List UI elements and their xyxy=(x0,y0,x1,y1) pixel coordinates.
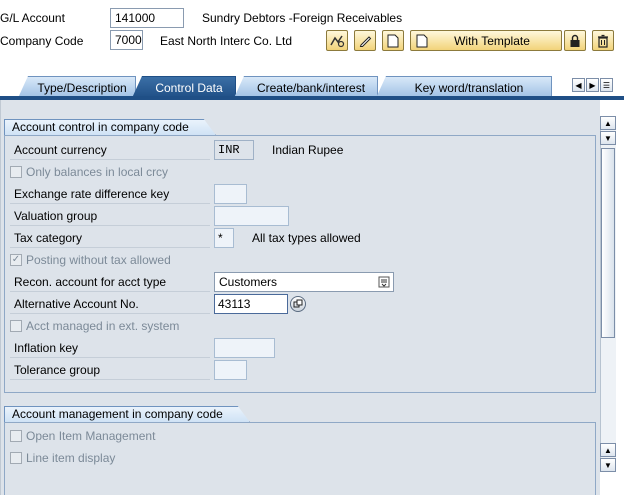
tab-scroll-right-button[interactable]: ▶ xyxy=(586,78,599,92)
checkmark-icon: ✓ xyxy=(11,254,21,265)
with-template-button[interactable]: With Template xyxy=(410,30,562,51)
tolerance-group-label: Tolerance group xyxy=(10,360,210,380)
edit-pencil-icon xyxy=(359,35,372,47)
gl-account-field[interactable]: 141000 xyxy=(110,8,184,28)
lock-icon xyxy=(570,34,580,47)
arrow-up-icon: ▲ xyxy=(604,445,612,455)
acct-managed-ext-checkbox-row[interactable]: Acct managed in ext. system xyxy=(10,316,179,336)
right-edge xyxy=(616,100,624,495)
line-item-checkbox-row[interactable]: Line item display xyxy=(10,448,115,468)
line-item-label: Line item display xyxy=(26,451,116,465)
tab-label: Type/Description xyxy=(37,80,127,95)
posting-without-tax-label: Posting without tax allowed xyxy=(26,253,171,267)
scroll-bottom-button[interactable]: ▼ xyxy=(600,458,616,472)
change-display-icon xyxy=(330,35,345,47)
tax-category-label: Tax category xyxy=(10,228,210,248)
value-help-button[interactable] xyxy=(290,296,306,312)
edit-button[interactable] xyxy=(354,30,376,51)
line-item-checkbox[interactable] xyxy=(10,452,22,464)
tab-type-description[interactable]: Type/Description xyxy=(18,76,136,98)
account-currency-label: Account currency xyxy=(10,140,210,160)
inflation-key-label: Inflation key xyxy=(10,338,210,358)
arrow-up-icon: ▲ xyxy=(604,118,612,128)
arrow-right-icon: ▶ xyxy=(589,80,596,90)
with-template-label: With Template xyxy=(454,33,530,48)
gl-account-label: G/L Account xyxy=(0,11,65,25)
tax-category-description: All tax types allowed xyxy=(252,231,361,245)
acct-managed-ext-checkbox[interactable] xyxy=(10,320,22,332)
account-currency-field[interactable]: INR xyxy=(214,140,254,160)
acct-managed-ext-label: Acct managed in ext. system xyxy=(26,319,180,333)
gl-account-description: Sundry Debtors -Foreign Receivables xyxy=(202,11,403,25)
scroll-up-button[interactable]: ▼ xyxy=(600,131,616,145)
only-balances-checkbox[interactable] xyxy=(10,166,22,178)
posting-without-tax-checkbox-row[interactable]: ✓ Posting without tax allowed xyxy=(10,250,171,270)
delete-button[interactable] xyxy=(592,30,614,51)
company-code-field[interactable]: 7000 xyxy=(110,30,143,50)
list-icon: ☰ xyxy=(602,80,611,90)
tab-label: Create/bank/interest xyxy=(256,80,366,95)
tab-scroll-left-button[interactable]: ◀ xyxy=(572,78,585,92)
lock-button[interactable] xyxy=(564,30,586,51)
dropdown-list-icon xyxy=(378,276,390,288)
open-item-label: Open Item Management xyxy=(26,429,156,443)
alternative-account-label: Alternative Account No. xyxy=(10,294,210,314)
scroll-top-button[interactable]: ▲ xyxy=(600,116,616,130)
recon-account-value: Customers xyxy=(219,275,278,289)
value-help-icon xyxy=(293,299,303,308)
open-item-checkbox-row[interactable]: Open Item Management xyxy=(10,426,155,446)
create-document-icon xyxy=(387,34,399,47)
account-management-group-title: Account management in company code xyxy=(4,406,250,422)
tab-strip: Type/Description Control Data Create/ban… xyxy=(0,74,624,98)
arrow-down-icon: ▼ xyxy=(604,460,612,470)
only-balances-label: Only balances in local crcy xyxy=(26,165,169,179)
inflation-key-field[interactable] xyxy=(214,338,275,358)
valuation-group-label: Valuation group xyxy=(10,206,210,226)
template-document-icon xyxy=(416,34,428,47)
company-code-label: Company Code xyxy=(0,34,84,48)
tab-key-word-translation[interactable]: Key word/translation xyxy=(376,76,552,98)
recon-account-select[interactable]: Customers xyxy=(214,272,394,292)
arrow-left-icon: ◀ xyxy=(575,80,582,90)
tab-control-data[interactable]: Control Data xyxy=(132,76,236,98)
valuation-group-field[interactable] xyxy=(214,206,289,226)
company-name: East North Interc Co. Ltd xyxy=(160,34,293,48)
account-control-group-title: Account control in company code xyxy=(4,119,216,135)
exchange-rate-key-field[interactable] xyxy=(214,184,247,204)
only-balances-checkbox-row[interactable]: Only balances in local crcy xyxy=(10,162,168,182)
recon-account-label: Recon. account for acct type xyxy=(10,272,210,292)
account-currency-description: Indian Rupee xyxy=(272,143,344,157)
tolerance-group-field[interactable] xyxy=(214,360,247,380)
alternative-account-field[interactable]: 43113 xyxy=(214,294,288,314)
tab-list-button[interactable]: ☰ xyxy=(600,78,613,92)
scrollbar-thumb[interactable] xyxy=(601,148,615,338)
trash-icon xyxy=(598,34,608,48)
posting-without-tax-checkbox[interactable]: ✓ xyxy=(10,254,22,266)
exchange-rate-key-label: Exchange rate difference key xyxy=(10,184,210,204)
scroll-down-top-button[interactable]: ▲ xyxy=(600,443,616,457)
create-button[interactable] xyxy=(382,30,404,51)
open-item-checkbox[interactable] xyxy=(10,430,22,442)
change-display-button[interactable] xyxy=(326,30,348,51)
tax-category-field[interactable]: * xyxy=(214,228,234,248)
tab-label: Key word/translation xyxy=(414,80,524,95)
tab-create-bank-interest[interactable]: Create/bank/interest xyxy=(234,76,378,98)
tab-label: Control Data xyxy=(155,80,223,95)
arrow-down-icon: ▼ xyxy=(604,133,612,143)
